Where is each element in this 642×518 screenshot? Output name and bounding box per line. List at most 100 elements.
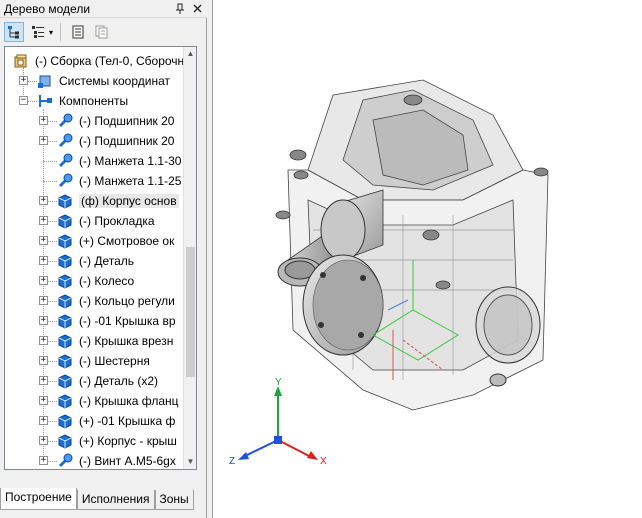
standard-part-icon <box>57 133 73 149</box>
tree-root-label: (-) Сборка (Тел-0, Сборочн <box>35 54 185 68</box>
close-icon[interactable] <box>190 2 204 16</box>
part-icon <box>57 333 73 349</box>
expand-icon[interactable]: + <box>39 216 48 225</box>
document-copy-icon[interactable] <box>92 22 112 42</box>
tree-item-label: (+) -01 Крышка ф <box>79 414 176 428</box>
axis-z-label: Z <box>229 456 236 467</box>
expand-icon[interactable]: + <box>39 376 48 385</box>
scroll-thumb[interactable] <box>186 247 195 377</box>
tree-structure-icon[interactable] <box>4 22 24 42</box>
expand-icon[interactable]: + <box>39 236 48 245</box>
tree-item[interactable]: + (-) Крышка врезн <box>5 331 196 351</box>
model-tree-panel: Дерево модели ▾ (-) Сборка (Тел-0, Сборо… <box>0 0 207 518</box>
part-icon <box>57 293 73 309</box>
tree-item-label: (-) -01 Крышка вр <box>79 314 176 328</box>
tree-item[interactable]: − Компоненты <box>5 91 196 111</box>
tree-item-label: (-) Колесо <box>79 274 135 288</box>
part-icon <box>57 253 73 269</box>
tree-toolbar: ▾ <box>0 19 207 45</box>
tree-item[interactable]: + (-) Кольцо регули <box>5 291 196 311</box>
coordinate-systems-icon <box>37 73 53 89</box>
part-icon <box>57 193 73 209</box>
expand-icon[interactable]: + <box>39 276 48 285</box>
expand-icon[interactable]: + <box>39 456 48 465</box>
tree-item[interactable]: (-) Манжета 1.1-30 <box>5 151 196 171</box>
tree-item[interactable]: + (-) Деталь (x2) <box>5 371 196 391</box>
panel-tabs: Построение Исполнения Зоны <box>0 488 207 512</box>
tree-item[interactable]: + (-) Подшипник 20 <box>5 131 196 151</box>
expand-icon[interactable]: + <box>39 196 48 205</box>
tree-item-label: (ф) Корпус основ <box>79 194 179 208</box>
tree-scrollbar[interactable]: ▲ ▼ <box>183 47 196 469</box>
tree-item-label: (-) Подшипник 20 <box>79 134 175 148</box>
tree-line <box>43 181 57 182</box>
gearbox-model <box>238 79 549 460</box>
part-icon <box>57 273 73 289</box>
toolbar-separator <box>60 23 62 41</box>
standard-part-icon <box>57 153 73 169</box>
expand-icon[interactable]: + <box>39 136 48 145</box>
part-icon <box>57 353 73 369</box>
expand-icon[interactable]: + <box>39 416 48 425</box>
document-properties-icon[interactable] <box>68 22 88 42</box>
tree-item[interactable]: + (ф) Корпус основ <box>5 191 196 211</box>
tab-zones[interactable]: Зоны <box>154 490 194 510</box>
collapse-icon[interactable]: − <box>19 96 28 105</box>
pin-icon[interactable] <box>173 2 187 16</box>
expand-icon[interactable]: + <box>39 436 48 445</box>
tree-item-label: (-) Прокладка <box>79 214 155 228</box>
tree-item[interactable]: (-) Манжета 1.1-25 <box>5 171 196 191</box>
app-window: Дерево модели ▾ (-) Сборка (Тел-0, Сборо… <box>0 0 642 518</box>
tree-item[interactable]: + (-) Колесо <box>5 271 196 291</box>
components-icon <box>37 93 53 109</box>
tree-item-label: Компоненты <box>59 94 129 108</box>
scroll-down-icon[interactable]: ▼ <box>184 455 196 469</box>
expand-icon[interactable]: + <box>39 316 48 325</box>
expand-icon[interactable]: + <box>39 256 48 265</box>
tree-item-label: (+) Корпус - крыш <box>79 434 177 448</box>
tree-item-label: (-) Кольцо регули <box>79 294 175 308</box>
standard-part-icon <box>57 113 73 129</box>
tree-item[interactable]: + Системы координат <box>5 71 196 91</box>
tree-item-label: (+) Смотровое ок <box>79 234 175 248</box>
tree-item-label: (-) Крышка фланц <box>79 394 179 408</box>
tree-item[interactable]: + (+) Смотровое ок <box>5 231 196 251</box>
assembly-icon <box>13 53 29 69</box>
tree-item[interactable]: + (-) Шестерня <box>5 351 196 371</box>
part-icon <box>57 233 73 249</box>
expand-icon[interactable]: + <box>39 356 48 365</box>
tree-item-label: (-) Деталь (x2) <box>79 374 159 388</box>
tree-item[interactable]: + (-) -01 Крышка вр <box>5 311 196 331</box>
tab-versions[interactable]: Исполнения <box>76 490 155 510</box>
tree-view-mode-icon[interactable] <box>28 22 48 42</box>
tree-item-label: (-) Подшипник 20 <box>79 114 175 128</box>
tree-item[interactable]: + (+) -01 Крышка ф <box>5 411 196 431</box>
tree-item[interactable]: + (-) Крышка фланц <box>5 391 196 411</box>
model-tree[interactable]: (-) Сборка (Тел-0, Сборочн + Системы коор… <box>4 46 197 470</box>
expand-icon[interactable]: + <box>39 116 48 125</box>
tree-item[interactable]: + (-) Прокладка <box>5 211 196 231</box>
standard-part-icon <box>57 453 73 469</box>
panel-header: Дерево модели <box>0 0 207 18</box>
panel-title: Дерево модели <box>4 1 91 16</box>
part-icon <box>57 393 73 409</box>
scroll-up-icon[interactable]: ▲ <box>184 47 196 61</box>
bearing-cover <box>302 254 384 356</box>
tree-root[interactable]: (-) Сборка (Тел-0, Сборочн <box>5 51 196 71</box>
tab-build[interactable]: Построение <box>0 488 77 510</box>
expand-icon[interactable]: + <box>19 76 28 85</box>
tree-item-label: Системы координат <box>59 74 170 88</box>
expand-icon[interactable]: + <box>39 396 48 405</box>
model-viewport[interactable]: Y X Z <box>212 0 642 518</box>
tree-item[interactable]: + (-) Деталь <box>5 251 196 271</box>
tree-item[interactable]: + (-) Винт А.М5-6gx <box>5 451 196 469</box>
tree-item-label: (-) Винт А.М5-6gx <box>79 454 176 468</box>
tree-item[interactable]: + (+) Корпус - крыш <box>5 431 196 451</box>
expand-icon[interactable]: + <box>39 296 48 305</box>
tree-line <box>43 161 57 162</box>
axis-y-label: Y <box>275 377 282 388</box>
part-icon <box>57 313 73 329</box>
expand-icon[interactable]: + <box>39 336 48 345</box>
chevron-down-icon[interactable]: ▾ <box>49 28 53 37</box>
tree-item[interactable]: + (-) Подшипник 20 <box>5 111 196 131</box>
